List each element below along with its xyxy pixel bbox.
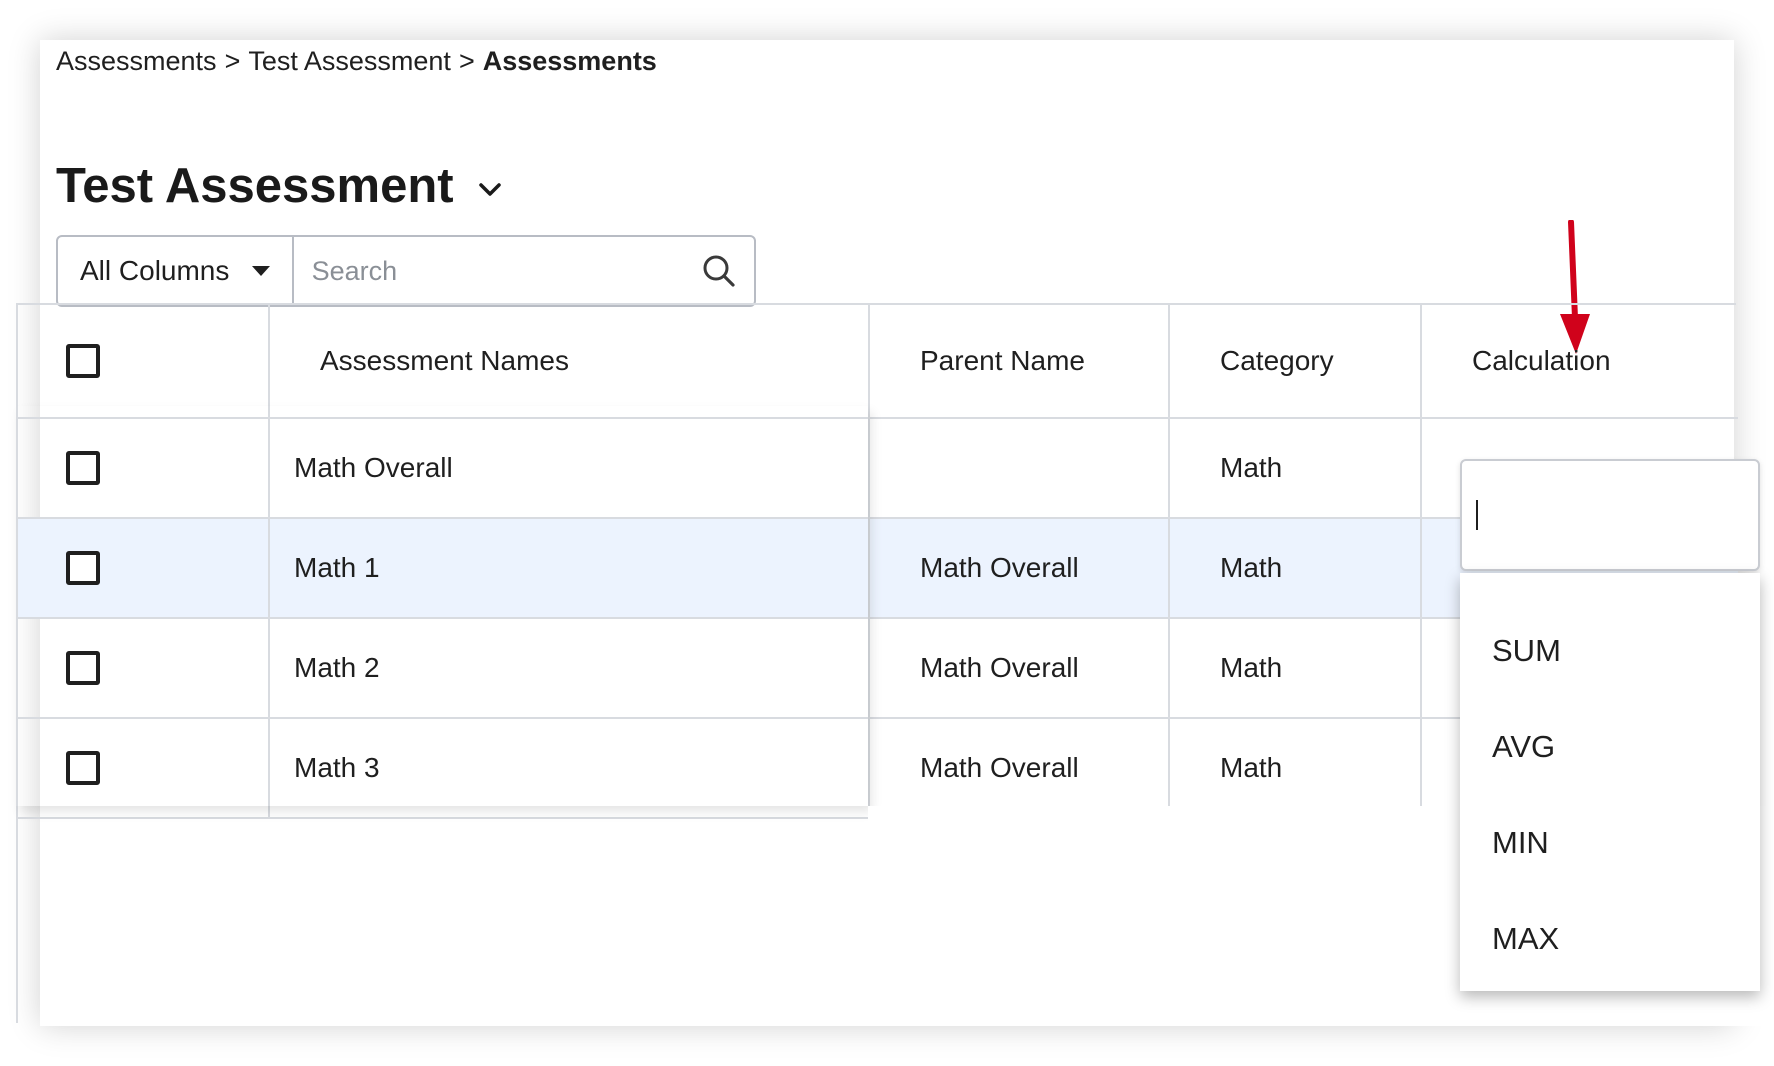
column-header-category[interactable]: Category bbox=[1170, 305, 1422, 417]
row-checkbox[interactable] bbox=[66, 551, 100, 585]
row-checkbox[interactable] bbox=[66, 451, 100, 485]
calculation-option-sum[interactable]: SUM bbox=[1460, 603, 1760, 699]
calculation-option-avg[interactable]: AVG bbox=[1460, 699, 1760, 795]
calculation-option-min[interactable]: MIN bbox=[1460, 795, 1760, 891]
category-cell[interactable]: Math bbox=[1170, 719, 1422, 817]
search-button[interactable] bbox=[684, 237, 754, 305]
breadcrumb-link-test-assessment[interactable]: Test Assessment bbox=[248, 46, 451, 76]
table-header-row: Assessment Names Parent Name Category Ca… bbox=[18, 305, 1738, 419]
breadcrumb-separator: > bbox=[458, 46, 475, 76]
chevron-down-icon bbox=[478, 183, 501, 196]
column-header-calculation[interactable]: Calculation bbox=[1422, 305, 1738, 417]
column-header-assessment-names[interactable]: Assessment Names bbox=[270, 305, 870, 417]
select-all-checkbox[interactable] bbox=[66, 344, 100, 378]
assessment-name-cell[interactable]: Math 1 bbox=[270, 519, 870, 617]
category-cell[interactable]: Math bbox=[1170, 619, 1422, 717]
assessment-name-cell[interactable]: Math 2 bbox=[270, 619, 870, 717]
row-select-cell bbox=[18, 619, 270, 717]
page-title: Test Assessment bbox=[56, 159, 454, 213]
calculation-option-max[interactable]: MAX bbox=[1460, 891, 1760, 987]
calculation-editor-input[interactable] bbox=[1460, 459, 1760, 571]
parent-name-cell[interactable] bbox=[870, 419, 1170, 517]
header-select-cell bbox=[18, 305, 270, 417]
parent-name-cell[interactable]: Math Overall bbox=[870, 619, 1170, 717]
column-filter-select[interactable]: All Columns bbox=[58, 237, 294, 305]
row-select-cell bbox=[18, 519, 270, 617]
breadcrumb-current: Assessments bbox=[482, 46, 657, 76]
assessment-name-cell[interactable]: Math Overall bbox=[270, 419, 870, 517]
caret-down-icon bbox=[251, 266, 270, 276]
assessment-name-cell[interactable]: Math 3 bbox=[270, 719, 870, 817]
page-title-toggle[interactable]: Test Assessment bbox=[56, 158, 504, 214]
breadcrumb-separator: > bbox=[224, 46, 241, 76]
row-checkbox[interactable] bbox=[66, 651, 100, 685]
search-input[interactable] bbox=[293, 237, 684, 305]
breadcrumb-link-assessments[interactable]: Assessments bbox=[56, 46, 217, 76]
search-bar: All Columns bbox=[56, 235, 756, 307]
category-cell[interactable]: Math bbox=[1170, 419, 1422, 517]
row-select-cell bbox=[18, 719, 270, 817]
breadcrumb: Assessments > Test Assessment > Assessments bbox=[56, 46, 657, 77]
row-checkbox[interactable] bbox=[66, 751, 100, 785]
category-cell[interactable]: Math bbox=[1170, 519, 1422, 617]
text-cursor bbox=[1476, 500, 1478, 530]
column-filter-label: All Columns bbox=[80, 255, 230, 286]
parent-name-cell[interactable]: Math Overall bbox=[870, 519, 1170, 617]
column-header-parent-name[interactable]: Parent Name bbox=[870, 305, 1170, 417]
search-icon bbox=[703, 255, 735, 287]
row-select-cell bbox=[18, 419, 270, 517]
parent-name-cell[interactable]: Math Overall bbox=[870, 719, 1170, 817]
calculation-options-menu: SUM AVG MIN MAX bbox=[1460, 573, 1760, 991]
